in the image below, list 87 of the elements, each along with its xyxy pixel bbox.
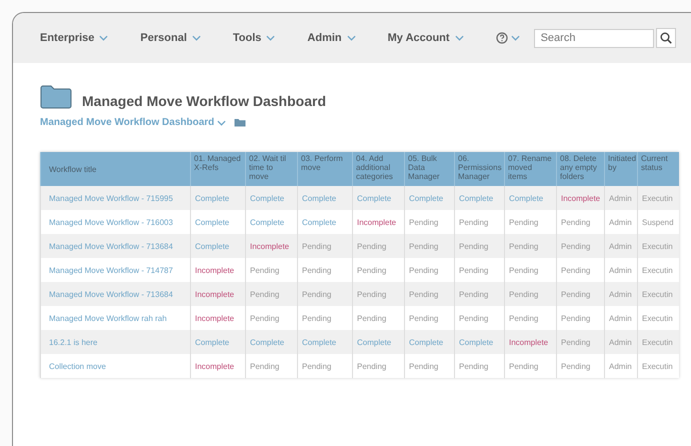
table-cell: Pending xyxy=(352,234,404,258)
table-cell: Pending xyxy=(404,354,454,378)
chevron-down-icon xyxy=(510,35,520,41)
table-cell: Complete xyxy=(246,330,298,354)
table-cell: Pending xyxy=(454,354,504,378)
table-cell: Admin xyxy=(604,282,638,306)
table-cell: Executin xyxy=(638,186,678,210)
table-cell: Pending xyxy=(556,354,604,378)
workflow-link[interactable]: 16.2.1 is here xyxy=(40,330,190,354)
column-header: Initiated by xyxy=(604,152,638,186)
column-header: 04. Add additional categories xyxy=(352,152,404,186)
table-cell: Pending xyxy=(404,234,454,258)
table-cell: Incomplete xyxy=(504,330,556,354)
table-cell: Executin xyxy=(638,282,678,306)
table-cell: Incomplete xyxy=(556,186,604,210)
folder-icon[interactable] xyxy=(234,118,246,127)
table-cell: Pending xyxy=(352,282,404,306)
table-cell: Pending xyxy=(298,282,352,306)
table-cell: Complete xyxy=(190,186,246,210)
table-cell: Pending xyxy=(454,234,504,258)
workflow-link[interactable]: Collection move xyxy=(40,354,190,378)
column-header: 06. Permissions Manager xyxy=(454,152,504,186)
table-cell: Admin xyxy=(604,186,638,210)
table-cell: Incomplete xyxy=(190,354,246,378)
table-cell: Complete xyxy=(190,330,246,354)
table-cell: Admin xyxy=(604,234,638,258)
table-cell: Complete xyxy=(404,186,454,210)
table-cell: Executin xyxy=(638,354,678,378)
table-cell: Pending xyxy=(246,354,298,378)
table-cell: Pending xyxy=(556,234,604,258)
folder-icon xyxy=(40,85,72,109)
nav-menu-item[interactable]: Personal xyxy=(140,32,201,44)
search-icon xyxy=(660,32,672,44)
column-header: 03. Perform move xyxy=(298,152,352,186)
column-header: Workflow title xyxy=(40,152,190,186)
breadcrumb-link[interactable]: Managed Move Workflow Dashboard xyxy=(40,117,226,128)
column-header: 05. Bulk Data Manager xyxy=(404,152,454,186)
table-cell: Complete xyxy=(454,330,504,354)
table-cell: Incomplete xyxy=(190,282,246,306)
nav-menu-item[interactable]: Tools xyxy=(232,32,276,44)
column-header: Current status xyxy=(638,152,678,186)
table-cell: Admin xyxy=(604,330,638,354)
table-cell: Complete xyxy=(504,186,556,210)
table-cell: Complete xyxy=(352,186,404,210)
search-field[interactable]: Search xyxy=(534,28,654,48)
column-header: 01. Managed X-Refs xyxy=(190,152,246,186)
search-button[interactable] xyxy=(656,28,676,48)
table-cell: Executin xyxy=(638,330,678,354)
table-cell: Pending xyxy=(454,282,504,306)
table-cell: Pending xyxy=(504,234,556,258)
table-cell: Complete xyxy=(352,330,404,354)
chevron-down-icon xyxy=(266,35,276,41)
table-cell: Complete xyxy=(454,186,504,210)
chevron-down-icon xyxy=(346,35,356,41)
question-circle-icon xyxy=(496,32,508,44)
column-header: 08. Delete any empty folders xyxy=(556,152,604,186)
nav-menu-item[interactable]: Admin xyxy=(307,32,356,44)
column-header: 02. Wait til time to move xyxy=(246,152,298,186)
table-cell: Pending xyxy=(352,354,404,378)
nav-menu-item[interactable]: My Account xyxy=(388,32,464,44)
workflow-link[interactable]: Managed Move Workflow - 713684 xyxy=(40,234,190,258)
table-cell: Complete xyxy=(404,330,454,354)
table-cell: Pending xyxy=(298,354,352,378)
table-cell: Complete xyxy=(190,234,246,258)
table-cell: Pending xyxy=(556,282,604,306)
column-header: 07. Rename moved items xyxy=(504,152,556,186)
table-cell: Pending xyxy=(504,354,556,378)
chevron-down-icon xyxy=(217,120,226,126)
help-menu-button[interactable] xyxy=(496,32,520,44)
chevron-down-icon xyxy=(192,35,201,41)
table-cell: Pending xyxy=(404,282,454,306)
workflow-link[interactable]: Managed Move Workflow - 713684 xyxy=(40,282,190,306)
workflow-link[interactable]: Managed Move Workflow - 715995 xyxy=(40,186,190,210)
table-cell: Pending xyxy=(556,330,604,354)
table-cell: Admin xyxy=(604,354,638,378)
table-cell: Pending xyxy=(246,282,298,306)
table-cell: Pending xyxy=(504,282,556,306)
page-title: Managed Move Workflow Dashboard xyxy=(82,93,326,109)
table-cell: Pending xyxy=(298,234,352,258)
table-cell: Complete xyxy=(298,186,352,210)
chevron-down-icon xyxy=(99,35,108,41)
table-cell: Complete xyxy=(298,330,352,354)
table-cell: Incomplete xyxy=(246,234,298,258)
chevron-down-icon xyxy=(454,35,464,41)
table-cell: Complete xyxy=(246,186,298,210)
nav-menu-item[interactable]: Enterprise xyxy=(40,32,108,44)
table-cell: Executin xyxy=(638,234,678,258)
